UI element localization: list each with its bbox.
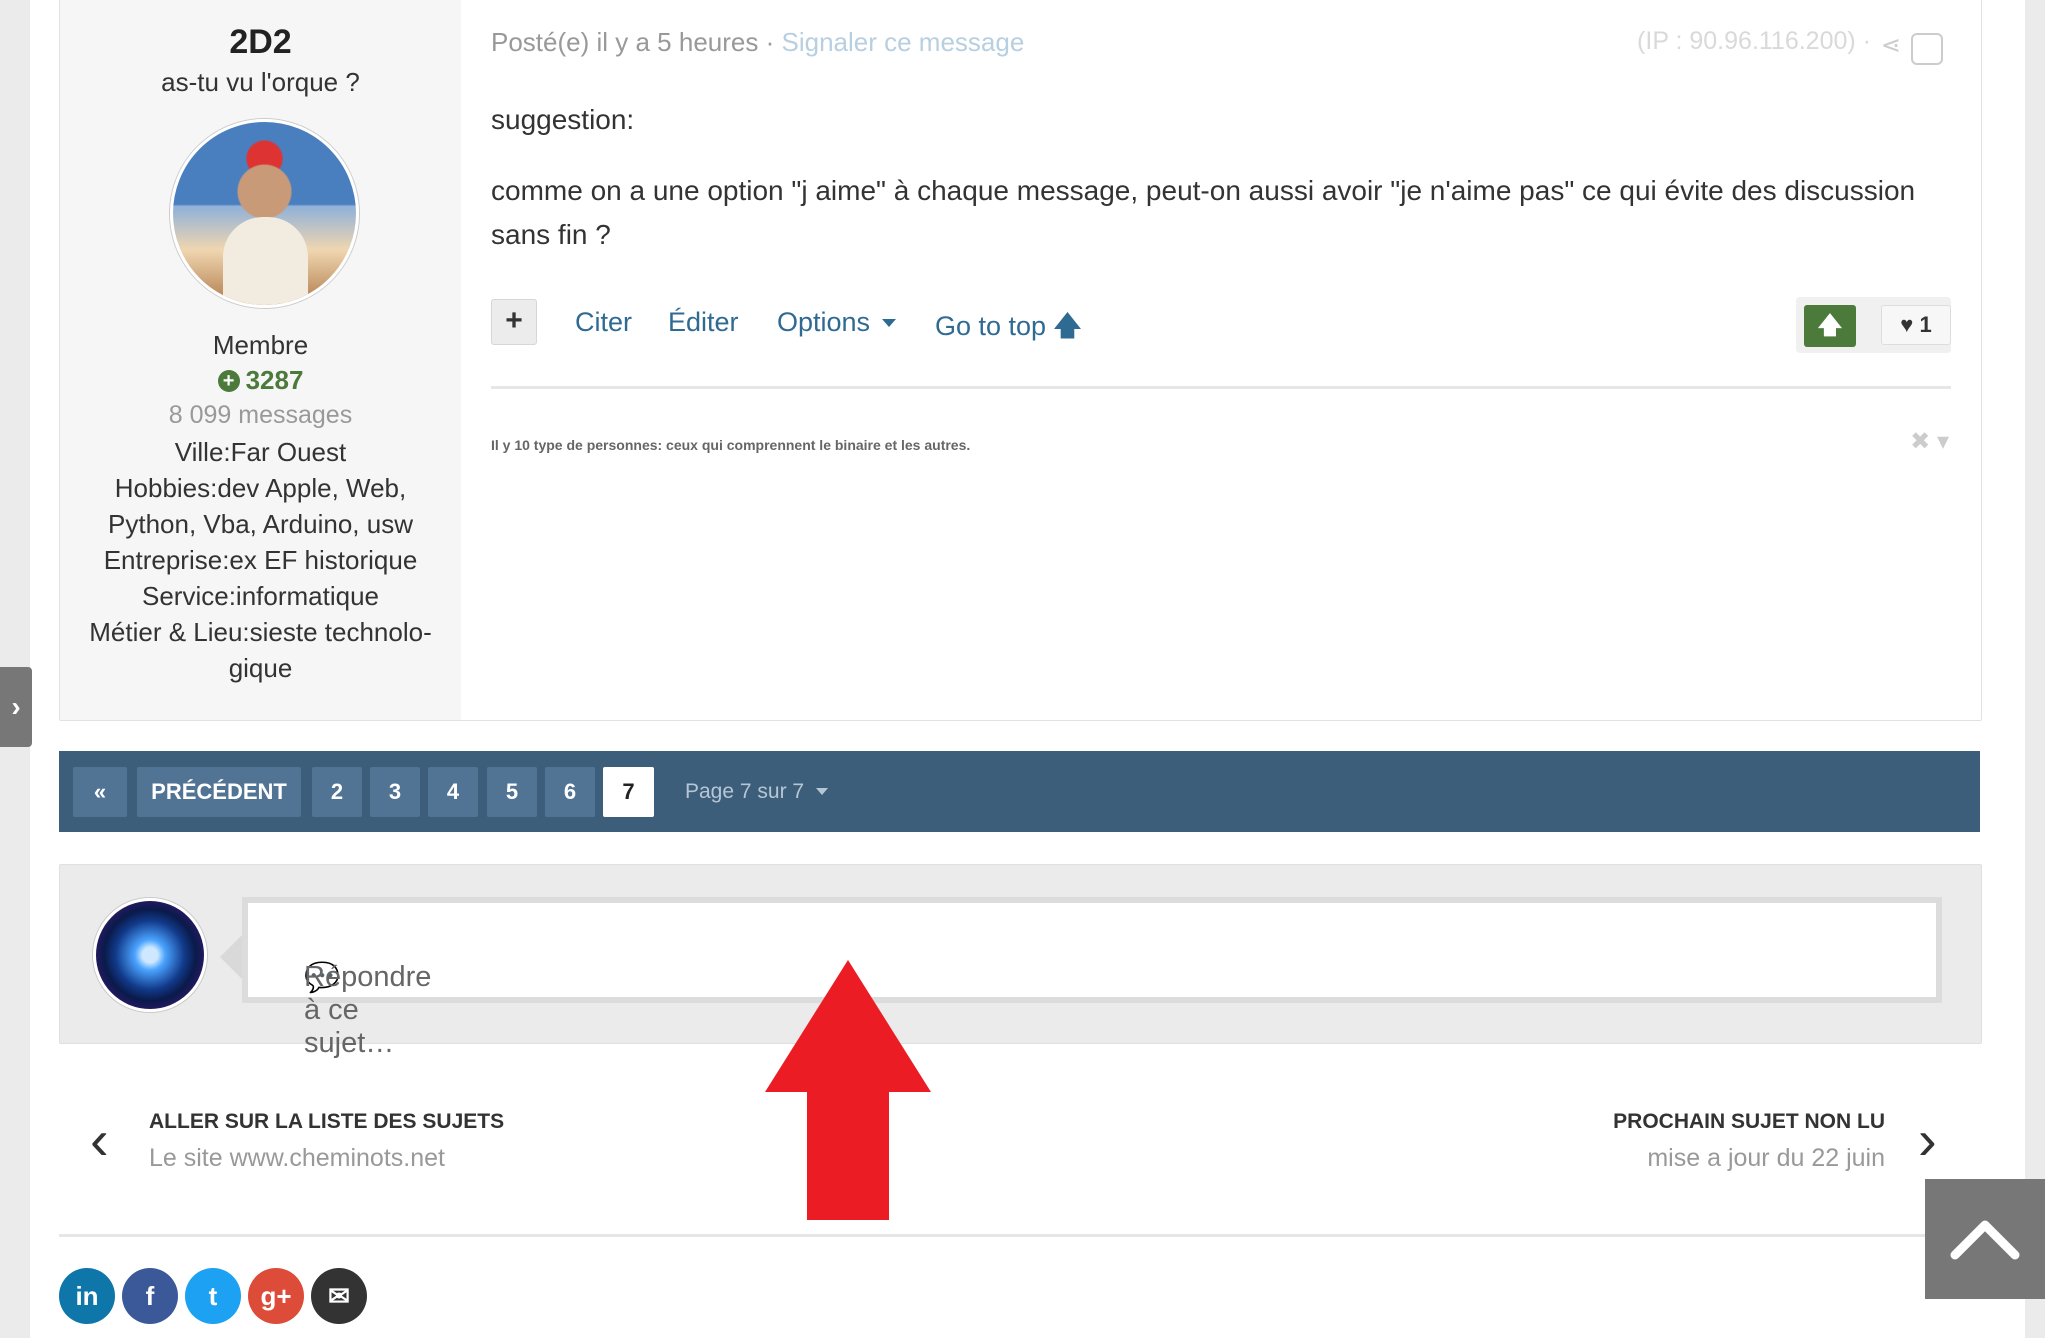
next-unread-link[interactable]: PROCHAIN SUJET NON LU: [1613, 1110, 1885, 1134]
page-link[interactable]: 2: [312, 767, 362, 817]
meta-separator: ·: [765, 27, 775, 57]
page-content: 2D2 as-tu vu l'orque ? Membre +3287 8 09…: [30, 0, 2025, 1338]
author-title: as-tu vu l'orque ?: [161, 67, 360, 97]
post-text-line: suggestion:: [491, 104, 635, 135]
footer-divider: [59, 1234, 1980, 1237]
post-meta: Posté(e) il y a 5 heures · Signaler ce m…: [491, 27, 1024, 58]
author-fields: Ville:Far Ouest Hobbies:dev Apple, Web, …: [80, 434, 441, 686]
share-icon[interactable]: ⋖: [1881, 31, 1901, 60]
author-name[interactable]: 2D2: [60, 23, 461, 62]
page-jump-dropdown[interactable]: Page 7 sur 7: [685, 767, 829, 817]
author-post-count: 8 099 messages: [168, 401, 353, 429]
reply-tail: [220, 935, 242, 979]
like-count-button[interactable]: ♥ 1: [1881, 305, 1951, 345]
hide-signature-icon[interactable]: ✖ ▾: [1910, 427, 1949, 456]
author-panel: 2D2 as-tu vu l'orque ? Membre +3287 8 09…: [60, 0, 461, 720]
report-link[interactable]: Signaler ce message: [782, 27, 1025, 57]
signature-divider: [491, 386, 1951, 389]
topic-list-subtitle: Le site www.cheminots.net: [149, 1144, 445, 1172]
author-field: Métier & Lieu:sieste technolo-gique: [89, 617, 432, 683]
caret-down-icon: [882, 319, 897, 327]
pagination-bar: « PRÉCÉDENT 2 3 4 5 6 7 Page 7 sur 7: [59, 751, 1980, 832]
caret-down-icon: [816, 788, 829, 795]
first-page-button[interactable]: «: [73, 767, 127, 817]
post-select-checkbox[interactable]: [1911, 33, 1943, 65]
reply-box: 💬 Répondre à ce sujet…: [59, 864, 1982, 1059]
page-link-active[interactable]: 7: [603, 767, 654, 817]
post-ip: (IP : 90.96.116.200) ·: [1637, 27, 1871, 55]
quote-button[interactable]: Citer: [575, 307, 632, 338]
author-field: Entreprise:ex EF historique: [103, 545, 418, 575]
previous-page-button[interactable]: PRÉCÉDENT: [137, 767, 301, 817]
chevron-right-icon[interactable]: ›: [1918, 1112, 1937, 1168]
red-arrow-annotation: [765, 960, 931, 1220]
linkedin-icon[interactable]: in: [59, 1268, 115, 1324]
arrow-up-icon: 🡅: [1053, 311, 1082, 341]
heart-icon: ♥: [1900, 312, 1914, 337]
forum-post: 2D2 as-tu vu l'orque ? Membre +3287 8 09…: [59, 0, 1982, 721]
author-field: Ville:Far Ouest: [174, 437, 347, 467]
author-group: Membre: [212, 330, 309, 360]
signature-text: Il y 10 type de personnes: ceux qui comp…: [491, 437, 971, 453]
sidebar-toggle[interactable]: ›: [0, 667, 32, 747]
reply-input[interactable]: 💬 Répondre à ce sujet…: [242, 897, 1942, 1059]
next-unread-subtitle: mise a jour du 22 juin: [1647, 1144, 1885, 1172]
post-date: Posté(e) il y a 5 heures: [491, 27, 759, 57]
current-user-avatar[interactable]: [93, 898, 207, 1012]
post-text-line: comme on a une option "j aime" à chaque …: [491, 175, 1916, 250]
author-field: Hobbies:dev Apple, Web, Python, Vba, Ard…: [108, 473, 413, 539]
page-link[interactable]: 4: [428, 767, 478, 817]
like-count: 1: [1919, 312, 1932, 337]
page-info-label: Page 7 sur 7: [685, 780, 805, 803]
author-field: Service:informatique: [142, 581, 379, 611]
multiquote-button[interactable]: +: [491, 299, 537, 345]
options-menu[interactable]: Options: [777, 307, 897, 338]
edit-button[interactable]: Éditer: [668, 307, 739, 338]
back-to-top-button[interactable]: [1925, 1179, 2045, 1299]
go-to-top-link[interactable]: Go to top 🡅: [935, 307, 1081, 353]
reply-placeholder: Répondre à ce sujet…: [304, 961, 432, 1059]
twitter-icon[interactable]: t: [185, 1268, 241, 1324]
chevron-up-icon: [1950, 1220, 2020, 1260]
options-label: Options: [777, 307, 871, 337]
chevron-right-icon: ›: [11, 691, 21, 722]
go-to-top-label: Go to top: [935, 311, 1047, 341]
author-avatar[interactable]: [170, 119, 359, 308]
plus-circle-icon: +: [217, 370, 240, 392]
chevron-left-icon[interactable]: ‹: [90, 1112, 109, 1168]
upvote-button[interactable]: 🡅: [1804, 305, 1856, 347]
reputation-value: 3287: [245, 365, 304, 395]
page-link[interactable]: 5: [487, 767, 537, 817]
page-link[interactable]: 3: [370, 767, 420, 817]
googleplus-icon[interactable]: g+: [248, 1268, 304, 1324]
post-content: Posté(e) il y a 5 heures · Signaler ce m…: [490, 0, 1981, 720]
facebook-icon[interactable]: f: [122, 1268, 178, 1324]
topic-list-link[interactable]: ALLER SUR LA LISTE DES SUJETS: [149, 1110, 504, 1134]
author-reputation: +3287: [60, 365, 461, 396]
reputation-box: 🡅 ♥ 1: [1796, 297, 1951, 353]
email-icon[interactable]: ✉: [311, 1268, 367, 1324]
page-link[interactable]: 6: [545, 767, 595, 817]
